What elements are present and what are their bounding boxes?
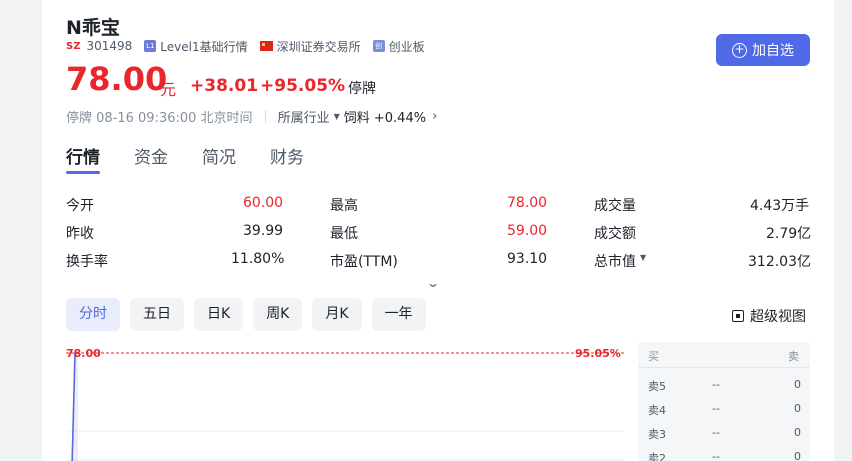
chart-top-price: 78.00	[66, 347, 101, 360]
order-book-price: --	[712, 378, 720, 391]
tab-funds[interactable]: 资金	[134, 143, 168, 177]
stock-name: N乖宝	[66, 17, 120, 39]
stat-value-volume: 4.43万手	[750, 198, 810, 214]
order-book-volume: 0	[794, 378, 801, 391]
chevron-right-icon[interactable]: ›	[432, 109, 437, 124]
stat-value-turnover-rate: 11.80%	[231, 251, 285, 267]
stat-value-market-cap: 312.03亿	[748, 254, 811, 270]
tab-quote[interactable]: 行情	[66, 143, 100, 177]
period-monthly-k[interactable]: 月K	[312, 298, 362, 331]
divider	[264, 110, 266, 123]
halt-time: 停牌 08-16 09:36:00 北京时间	[66, 111, 253, 126]
fullscreen-icon	[732, 310, 744, 322]
stat-label-open: 今开	[66, 198, 94, 214]
order-book-price: --	[712, 402, 720, 415]
order-book-level: 卖3	[648, 428, 666, 441]
order-book-price: --	[712, 426, 720, 439]
intraday-chart[interactable]	[66, 342, 624, 461]
stat-value-prev-close: 39.99	[243, 223, 284, 239]
stat-label-low: 最低	[330, 226, 358, 242]
period-selector: 分时 五日 日K 周K 月K 一年	[66, 298, 426, 331]
stock-code: 301498	[86, 39, 133, 53]
caret-down-icon[interactable]: ▼	[334, 112, 340, 121]
stat-label-prev-close: 昨收	[66, 226, 94, 242]
tab-profile[interactable]: 简况	[202, 143, 236, 177]
super-view-button[interactable]: 超级视图	[732, 306, 806, 326]
exchange-label: 深圳证券交易所	[276, 39, 361, 54]
current-price: 78.00	[66, 60, 168, 98]
order-book-row: 卖2 -- 0	[638, 446, 810, 461]
order-book-volume: 0	[794, 426, 801, 439]
order-book: 买 卖 卖5 -- 0 卖4 -- 0 卖3 -- 0 卖2 -- 0	[638, 342, 810, 461]
stat-label-high: 最高	[330, 198, 358, 214]
stat-label-volume: 成交量	[594, 198, 636, 214]
order-book-row: 卖4 -- 0	[638, 398, 810, 422]
trading-status: 停牌	[348, 81, 376, 97]
price-change-pct: +95.05%	[260, 76, 346, 96]
order-book-header: 买 卖	[638, 342, 810, 368]
chart-top-pct: 95.05%	[575, 347, 621, 360]
stat-value-pe: 93.10	[507, 251, 548, 267]
stat-value-turnover: 2.79亿	[766, 226, 812, 242]
super-view-label: 超级视图	[750, 309, 806, 325]
china-flag-icon	[259, 41, 273, 51]
stat-value-low: 59.00	[507, 223, 548, 239]
stat-label-pe: 市盈(TTM)	[330, 254, 398, 270]
period-1year[interactable]: 一年	[371, 298, 426, 331]
stat-value-high: 78.00	[507, 195, 548, 211]
order-book-level: 卖2	[648, 452, 666, 461]
exchange-tag: 深圳证券交易所	[259, 38, 361, 55]
order-book-volume: 0	[794, 450, 801, 461]
stat-label-turnover-rate: 换手率	[66, 254, 108, 270]
period-weekly-k[interactable]: 周K	[253, 298, 303, 331]
order-book-row: 卖5 -- 0	[638, 374, 810, 398]
order-book-price: --	[712, 450, 720, 461]
order-book-buy-header: 买	[648, 350, 659, 363]
order-book-volume: 0	[794, 402, 801, 415]
level1-icon: L1	[144, 40, 157, 52]
stat-value-open: 60.00	[243, 195, 284, 211]
stock-tag-row: SZ 301498 L1 Level1基础行情 深圳证券交易所 创 创业板	[66, 38, 437, 54]
period-5day[interactable]: 五日	[130, 298, 184, 331]
period-intraday[interactable]: 分时	[66, 298, 120, 331]
board-tag: 创 创业板	[372, 38, 425, 55]
industry-link[interactable]: 饲料 +0.44%	[344, 107, 426, 126]
plus-circle-icon: +	[732, 42, 747, 58]
level-tag-label: Level1基础行情	[160, 39, 248, 54]
level-tag[interactable]: L1 Level1基础行情	[144, 38, 248, 55]
main-tabs: 行情 资金 简况 财务	[66, 143, 338, 177]
price-unit: 元	[160, 80, 177, 99]
add-watchlist-button[interactable]: + 加自选	[716, 34, 810, 66]
industry-name: 饲料	[343, 111, 370, 126]
industry-change: +0.44%	[373, 111, 427, 126]
order-book-row: 卖3 -- 0	[638, 422, 810, 446]
time-industry-row: 停牌 08-16 09:36:00 北京时间 所属行业 ▼ 饲料 +0.44% …	[66, 107, 437, 126]
market-tag: SZ	[66, 40, 81, 52]
industry-label: 所属行业	[277, 111, 330, 126]
tab-finance[interactable]: 财务	[270, 143, 304, 177]
stock-code-tag: SZ 301498	[66, 39, 132, 53]
order-book-level: 卖5	[648, 380, 666, 393]
stat-label-turnover: 成交额	[594, 226, 636, 242]
stat-label-market-cap: 总市值	[594, 254, 636, 270]
board-label: 创业板	[388, 39, 425, 54]
add-watchlist-label: 加自选	[752, 43, 794, 59]
board-icon: 创	[372, 40, 385, 52]
order-book-level: 卖4	[648, 404, 666, 417]
stock-card: N乖宝 SZ 301498 L1 Level1基础行情 深圳证券交易所 创 创业…	[42, 0, 834, 461]
expand-chevron-icon[interactable]: ⌄	[426, 276, 440, 290]
market-cap-caret-icon[interactable]: ▼	[640, 253, 646, 262]
order-book-sell-header: 卖	[788, 350, 799, 363]
period-daily-k[interactable]: 日K	[194, 298, 244, 331]
price-change: +38.01	[190, 76, 259, 96]
